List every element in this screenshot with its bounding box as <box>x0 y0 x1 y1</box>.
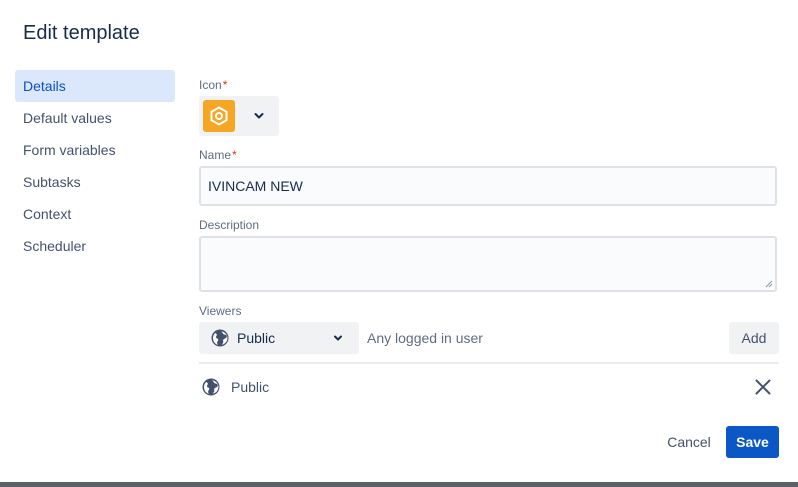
chevron-down-icon <box>334 335 342 341</box>
icon-label-text: Icon <box>199 78 222 92</box>
description-field-label: Description <box>199 218 260 232</box>
nav-item-details[interactable]: Details <box>15 70 175 102</box>
nav-item-form-variables[interactable]: Form variables <box>15 134 175 166</box>
icon-field-label: Icon* <box>199 78 227 92</box>
resize-handle-icon[interactable] <box>765 280 773 288</box>
viewers-field-label: Viewers <box>199 304 242 318</box>
viewers-select[interactable]: Public <box>199 322 359 354</box>
side-nav: Details Default values Form variables Su… <box>15 70 175 262</box>
edit-template-dialog: Edit template Details Default values For… <box>0 0 798 482</box>
name-input[interactable]: IVINCAM NEW <box>199 166 777 206</box>
description-textarea[interactable] <box>199 236 777 292</box>
save-button[interactable]: Save <box>726 426 779 458</box>
selected-icon-tile <box>203 100 235 132</box>
globe-icon <box>202 378 220 396</box>
globe-icon <box>211 329 229 347</box>
required-mark: * <box>222 78 228 92</box>
name-label-text: Name <box>199 148 232 162</box>
add-viewer-button[interactable]: Add <box>729 322 779 354</box>
viewers-select-value: Public <box>237 330 276 346</box>
nav-item-subtasks[interactable]: Subtasks <box>15 166 175 198</box>
close-icon[interactable] <box>753 377 773 397</box>
nav-item-default-values[interactable]: Default values <box>15 102 175 134</box>
nav-item-context[interactable]: Context <box>15 198 175 230</box>
divider <box>199 362 779 364</box>
dialog-title: Edit template <box>23 22 140 44</box>
window-bottom-edge <box>0 482 798 487</box>
icon-picker[interactable] <box>199 96 279 136</box>
nav-item-scheduler[interactable]: Scheduler <box>15 230 175 262</box>
name-field-label: Name* <box>199 148 237 162</box>
viewers-hint: Any logged in user <box>367 330 483 346</box>
viewer-list-item-label: Public <box>231 379 270 395</box>
hexagon-icon <box>210 106 228 126</box>
required-mark: * <box>232 148 237 162</box>
cancel-button[interactable]: Cancel <box>660 426 718 458</box>
chevron-down-icon[interactable] <box>252 109 266 123</box>
